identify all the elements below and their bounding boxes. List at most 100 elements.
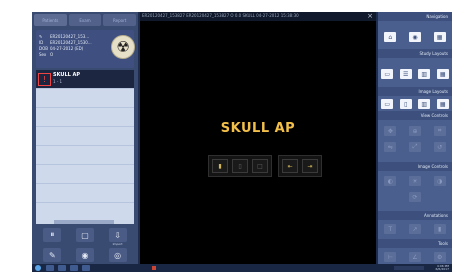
- tab-report[interactable]: Report: [103, 14, 137, 26]
- disc-icon[interactable]: ◎: [108, 248, 127, 262]
- import-label: Import: [112, 242, 123, 246]
- pencil-icon[interactable]: ✎: [39, 34, 50, 39]
- layout-1x2-icon[interactable]: ☰: [399, 69, 412, 79]
- dob-label: DOB: [39, 45, 48, 51]
- taskbar-app-icon[interactable]: [58, 265, 66, 271]
- detector-icon[interactable]: ▯: [232, 159, 248, 173]
- section-annotations[interactable]: Annotations: [378, 211, 452, 220]
- fit-icon[interactable]: ⤢: [408, 142, 421, 152]
- home-icon[interactable]: ⌂: [384, 32, 397, 42]
- left-panel: Patients Exam Report ✎ ER20120427_153...…: [32, 12, 138, 264]
- grid-icon[interactable]: ▦: [433, 32, 446, 42]
- layout-2x1-icon[interactable]: ▥: [418, 69, 431, 79]
- navigation-row: ⌂ ◉ ▦: [378, 32, 452, 42]
- taskbar-app-icon[interactable]: [82, 265, 90, 271]
- image-2x2-icon[interactable]: ▦: [436, 99, 449, 109]
- image-controls-row-2: ⟳: [378, 192, 452, 202]
- section-image-controls[interactable]: Image Controls: [378, 162, 452, 171]
- angle-icon[interactable]: ∠: [408, 252, 421, 262]
- import-tool: ⇩ Import: [108, 228, 127, 246]
- taskbar: 4:06 PM 6/6/2017: [32, 264, 452, 272]
- patient-dob: 04-27-2012 (ED): [50, 45, 84, 51]
- id-label: ID: [39, 39, 44, 45]
- warning-icon: !: [38, 73, 51, 86]
- application-window: Patients Exam Report ✎ ER20120427_153...…: [32, 12, 452, 272]
- sex-label: Sex: [39, 51, 47, 57]
- image-1x1-icon[interactable]: ▭: [381, 99, 394, 109]
- patient-name: ER20120427_153...: [50, 33, 90, 39]
- camera-icon[interactable]: ◉: [75, 248, 94, 262]
- reset-icon[interactable]: ↺: [433, 142, 446, 152]
- series-title: SKULL AP: [53, 72, 81, 78]
- right-panel: Navigation ⌂ ◉ ▦ Study Layouts ▭ ☰ ▥ ▦ I…: [378, 12, 452, 264]
- system-tray[interactable]: [394, 266, 424, 270]
- layout-1x1-icon[interactable]: ▭: [381, 69, 394, 79]
- measure-icon[interactable]: ⊢: [384, 252, 397, 262]
- section-tools[interactable]: Tools: [378, 239, 452, 248]
- marker-icon[interactable]: ▮: [433, 224, 446, 234]
- image-1x2-icon[interactable]: ▯: [399, 99, 412, 109]
- scrollbar-thumb[interactable]: [54, 220, 114, 224]
- zoom-icon[interactable]: ⊕: [408, 126, 421, 136]
- section-view-controls[interactable]: View Controls: [378, 111, 452, 120]
- pan-icon[interactable]: ✥: [384, 126, 397, 136]
- tools-row: ⊢ ∠ ⚙: [378, 252, 452, 262]
- annotations-row: T ↗ ▮: [378, 224, 452, 234]
- clock-date: 6/6/2017: [435, 267, 449, 271]
- pen-icon[interactable]: ✎: [43, 248, 62, 262]
- series-list: ! SKULL AP 1 - 1: [36, 70, 134, 222]
- series-count: 1 - 1: [53, 79, 63, 84]
- series-empty-row: [36, 165, 134, 184]
- viewport-header: ER20120427_153827 ER20120427_153827 O 0.…: [140, 12, 376, 21]
- arrow-left-icon[interactable]: ⇤: [282, 159, 298, 173]
- section-image-layouts[interactable]: Image Layouts: [378, 87, 452, 96]
- crop-icon[interactable]: ⌗: [433, 126, 446, 136]
- series-empty-row: [36, 127, 134, 146]
- exposure-icon[interactable]: ▮: [212, 159, 228, 173]
- settings-icon[interactable]: ⚙: [433, 252, 446, 262]
- close-icon[interactable]: ×: [367, 12, 373, 21]
- image-viewport[interactable]: ER20120427_153827 ER20120427_153827 O 0.…: [140, 12, 376, 264]
- study-layouts-row: ▭ ☰ ▥ ▦: [378, 69, 452, 79]
- contrast-icon[interactable]: ◐: [384, 176, 397, 186]
- start-icon[interactable]: [35, 265, 41, 271]
- taskbar-indicator: [152, 266, 156, 270]
- square-icon[interactable]: ▢: [75, 228, 94, 242]
- brightness-icon[interactable]: ☀: [408, 176, 421, 186]
- series-empty-row: [36, 146, 134, 165]
- import-icon[interactable]: ⇩: [108, 228, 127, 242]
- image-layouts-row: ▭ ▯ ▥ ▦: [378, 99, 452, 109]
- series-empty-row: [36, 108, 134, 127]
- patient-sex-row: Sex O: [39, 51, 109, 57]
- tab-patients[interactable]: Patients: [34, 14, 67, 26]
- left-toolbar: ⏸ ▢ ⇩ Import: [36, 228, 134, 246]
- taskbar-app-icon[interactable]: [46, 265, 54, 271]
- invert-icon[interactable]: ◑: [433, 176, 446, 186]
- flip-icon[interactable]: ⇋: [384, 142, 397, 152]
- square-icon[interactable]: □: [252, 159, 268, 173]
- tab-exam[interactable]: Exam: [68, 14, 102, 26]
- pause-tool: ⏸: [43, 228, 62, 242]
- patient-sex: O: [50, 51, 54, 57]
- arrow-right-icon[interactable]: ⇥: [302, 159, 318, 173]
- radiation-icon: ☢: [111, 35, 135, 59]
- view-icon[interactable]: ◉: [408, 32, 421, 42]
- image-2x1-icon[interactable]: ▥: [418, 99, 431, 109]
- taskbar-app-icon[interactable]: [70, 265, 78, 271]
- left-bottom-toolbar: ✎ ◉ ◎: [36, 248, 134, 262]
- layout-2x2-icon[interactable]: ▦: [436, 69, 449, 79]
- patient-card[interactable]: ✎ ER20120427_153... ID ER20120427_1530..…: [36, 30, 135, 68]
- series-empty-row: [36, 89, 134, 108]
- text-annotation-icon[interactable]: T: [384, 224, 397, 234]
- square-tool: ▢: [75, 228, 94, 242]
- orientation-group: ⇤ ⇥: [278, 155, 322, 177]
- series-scrollbar[interactable]: [36, 220, 134, 224]
- view-controls-row-2: ⇋ ⤢ ↺: [378, 142, 452, 152]
- exposure-controls: ▮ ▯ □ ⇤ ⇥: [208, 155, 322, 177]
- section-study-layouts[interactable]: Study Layouts: [378, 49, 452, 58]
- section-navigation[interactable]: Navigation: [378, 12, 452, 21]
- pause-icon[interactable]: ⏸: [43, 228, 62, 242]
- series-item-skull-ap[interactable]: ! SKULL AP 1 - 1: [36, 70, 134, 89]
- rotate-icon[interactable]: ⟳: [409, 192, 421, 202]
- arrow-annotation-icon[interactable]: ↗: [408, 224, 421, 234]
